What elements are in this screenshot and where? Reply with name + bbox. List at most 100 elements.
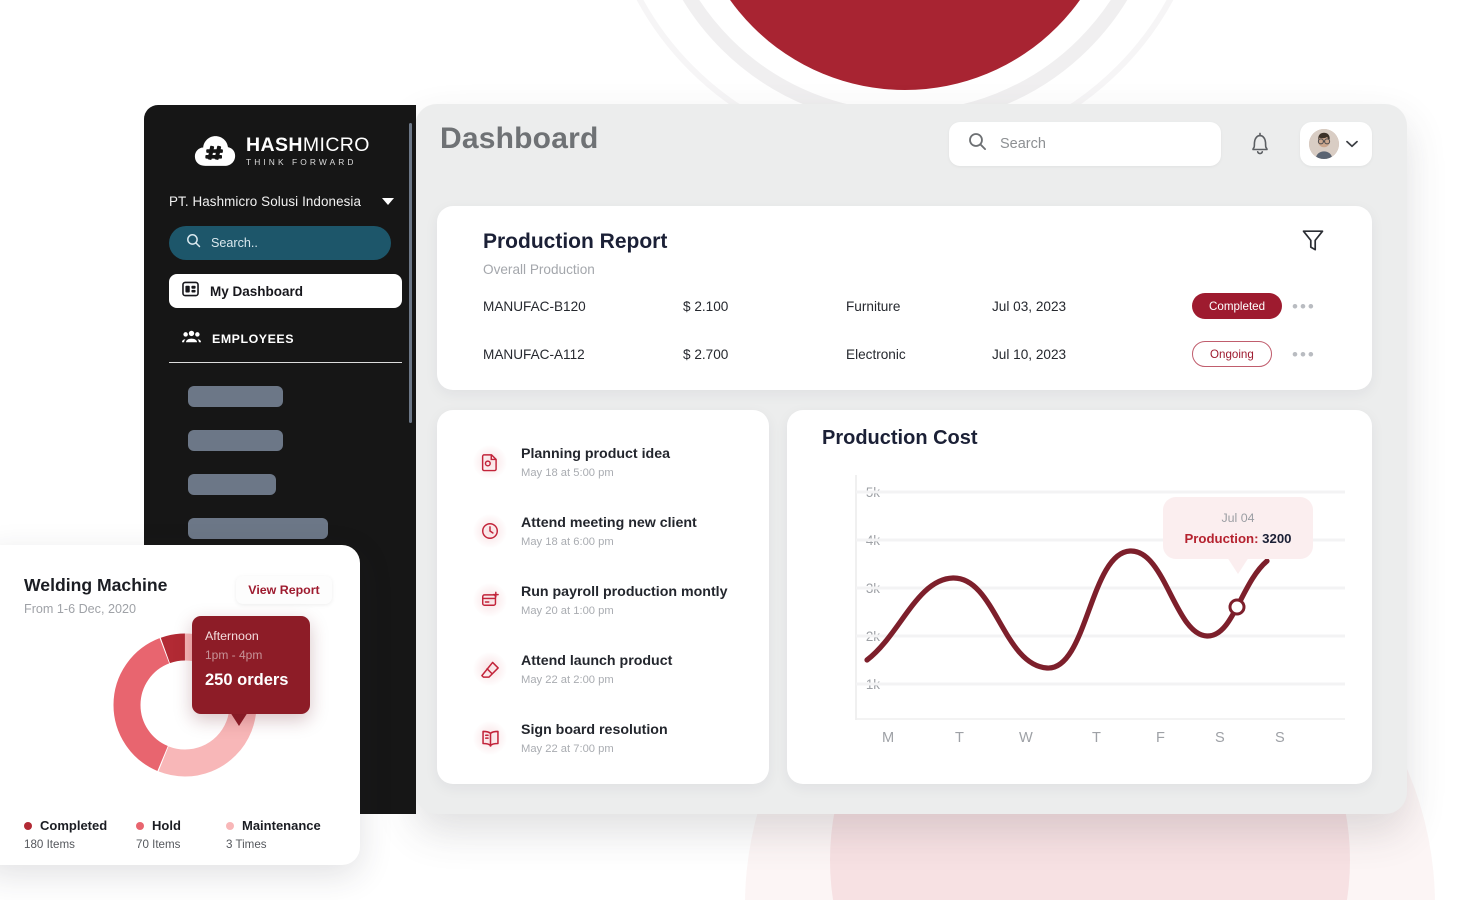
task-time: May 20 at 1:00 pm	[521, 605, 614, 617]
app-logo: HASHMICRO THINK FORWARD	[194, 134, 416, 168]
card-title: Production Report	[483, 230, 668, 253]
notification-bell-button[interactable]	[1247, 130, 1275, 160]
page-title: Dashboard	[440, 122, 599, 155]
open-book-icon	[473, 721, 507, 755]
legend-item-hold: Hold 70 Items	[136, 818, 181, 851]
x-axis-tick: F	[1156, 730, 1165, 746]
legend-label: Hold	[152, 818, 181, 833]
tasks-card: Planning product idea May 18 at 5:00 pm …	[437, 410, 769, 784]
tooltip-date: Jul 04	[1221, 510, 1255, 525]
list-item[interactable]: Run payroll production montly May 20 at …	[473, 576, 743, 624]
report-date: Jul 10, 2023	[992, 346, 1067, 362]
logo-tagline: THINK FORWARD	[246, 157, 357, 168]
sidebar-item-employees[interactable]: EMPLOYEES	[169, 324, 402, 354]
document-heart-icon	[473, 445, 507, 479]
search-input[interactable]: Search	[949, 122, 1221, 166]
sidebar-search-placeholder: Search..	[211, 236, 258, 250]
cloud-hash-icon	[194, 134, 236, 168]
x-axis-tick: S	[1275, 730, 1285, 746]
legend-label: Maintenance	[242, 818, 321, 833]
filter-button[interactable]	[1300, 228, 1326, 254]
chevron-down-icon	[1346, 135, 1358, 153]
filter-icon	[1302, 230, 1324, 251]
logo-name-light: MICRO	[302, 133, 370, 156]
sidebar-skeleton-item	[188, 474, 276, 495]
user-menu-button[interactable]	[1300, 122, 1372, 166]
sidebar-item-label: EMPLOYEES	[212, 332, 295, 346]
report-amount: $ 2.100	[683, 298, 729, 314]
production-report-card: Production Report Overall Production MAN…	[437, 206, 1372, 390]
report-category: Electronic	[846, 346, 906, 362]
status-badge: Ongoing	[1192, 341, 1272, 367]
card-plus-icon	[473, 583, 507, 617]
task-title: Run payroll production montly	[521, 584, 728, 600]
chart-tooltip: Jul 04 Production: 3200	[1163, 497, 1313, 559]
tooltip-hours: 1pm - 4pm	[205, 648, 263, 662]
orders-tooltip-tail	[230, 712, 248, 726]
sidebar-divider	[169, 362, 402, 363]
table-row[interactable]: MANUFAC-B120 $ 2.100 Furniture Jul 03, 2…	[483, 289, 1328, 323]
report-code: MANUFAC-A112	[483, 346, 585, 362]
legend-value: 70 Items	[136, 838, 181, 851]
list-item[interactable]: Attend launch product May 22 at 2:00 pm	[473, 645, 743, 693]
legend-dot-icon	[226, 821, 234, 830]
x-axis-tick: T	[955, 730, 964, 746]
card-title: Production Cost	[822, 427, 978, 449]
sidebar-scrollbar[interactable]	[409, 123, 412, 423]
x-axis-tick: W	[1019, 730, 1033, 746]
list-item[interactable]: Sign board resolution May 22 at 7:00 pm	[473, 714, 743, 762]
report-date: Jul 03, 2023	[992, 298, 1067, 314]
table-row[interactable]: MANUFAC-A112 $ 2.700 Electronic Jul 10, …	[483, 337, 1328, 371]
view-report-button[interactable]: View Report	[236, 576, 332, 604]
report-amount: $ 2.700	[683, 346, 729, 362]
tooltip-value: Production: 3200	[1184, 531, 1291, 546]
tooltip-orders: 250 orders	[205, 671, 289, 689]
report-code: MANUFAC-B120	[483, 298, 586, 314]
legend-label: Completed	[40, 818, 108, 833]
task-time: May 18 at 5:00 pm	[521, 467, 614, 479]
legend-dot-icon	[24, 821, 32, 830]
screenshot-root: HASHMICRO THINK FORWARD PT. Hashmicro So…	[0, 0, 1470, 900]
tooltip-number: 3200	[1262, 530, 1292, 546]
clock-icon	[473, 514, 507, 548]
people-icon	[182, 329, 201, 349]
dashboard-icon	[182, 281, 199, 302]
card-subtitle: From 1-6 Dec, 2020	[24, 602, 136, 616]
tooltip-period: Afternoon	[205, 629, 259, 643]
tooltip-label: Production:	[1184, 530, 1259, 546]
sidebar-search-input[interactable]: Search..	[169, 226, 391, 260]
production-cost-card: Production Cost 5k 4k 3k 2k 1k M T W T F	[787, 410, 1372, 784]
legend-value: 3 Times	[226, 838, 267, 851]
more-horizontal-icon[interactable]: •••	[1292, 346, 1316, 363]
legend-value: 180 Items	[24, 838, 75, 851]
task-title: Attend launch product	[521, 653, 673, 669]
sidebar-skeleton-item	[188, 386, 283, 407]
sidebar-item-label: My Dashboard	[210, 283, 304, 299]
x-axis-tick: M	[882, 730, 895, 746]
logo-name-bold: HASH	[246, 133, 303, 156]
task-time: May 18 at 6:00 pm	[521, 536, 614, 548]
list-item[interactable]: Attend meeting new client May 18 at 6:00…	[473, 507, 743, 555]
chart-tooltip-tail	[1227, 557, 1249, 574]
legend-item-completed: Completed 180 Items	[24, 818, 107, 851]
company-selector[interactable]: PT. Hashmicro Solusi Indonesia	[169, 194, 394, 209]
logo-wordmark: HASHMICRO THINK FORWARD	[246, 133, 370, 168]
more-horizontal-icon[interactable]: •••	[1292, 298, 1316, 315]
legend-dot-icon	[136, 821, 144, 830]
header: Dashboard Search	[440, 118, 1380, 178]
report-category: Furniture	[846, 298, 901, 314]
company-name: PT. Hashmicro Solusi Indonesia	[169, 194, 362, 209]
card-title: Welding Machine	[24, 575, 168, 595]
avatar	[1309, 129, 1339, 159]
chevron-down-icon	[382, 198, 394, 205]
card-subtitle: Overall Production	[483, 262, 595, 277]
x-axis-tick: T	[1092, 730, 1101, 746]
task-time: May 22 at 2:00 pm	[521, 674, 614, 686]
search-icon	[186, 233, 201, 253]
sidebar-item-my-dashboard[interactable]: My Dashboard	[169, 274, 402, 308]
sidebar-skeleton-item	[188, 430, 283, 451]
task-title: Sign board resolution	[521, 722, 668, 738]
orders-tooltip: Afternoon 1pm - 4pm 250 orders	[192, 616, 310, 714]
search-placeholder: Search	[1000, 136, 1046, 152]
list-item[interactable]: Planning product idea May 18 at 5:00 pm	[473, 438, 743, 486]
